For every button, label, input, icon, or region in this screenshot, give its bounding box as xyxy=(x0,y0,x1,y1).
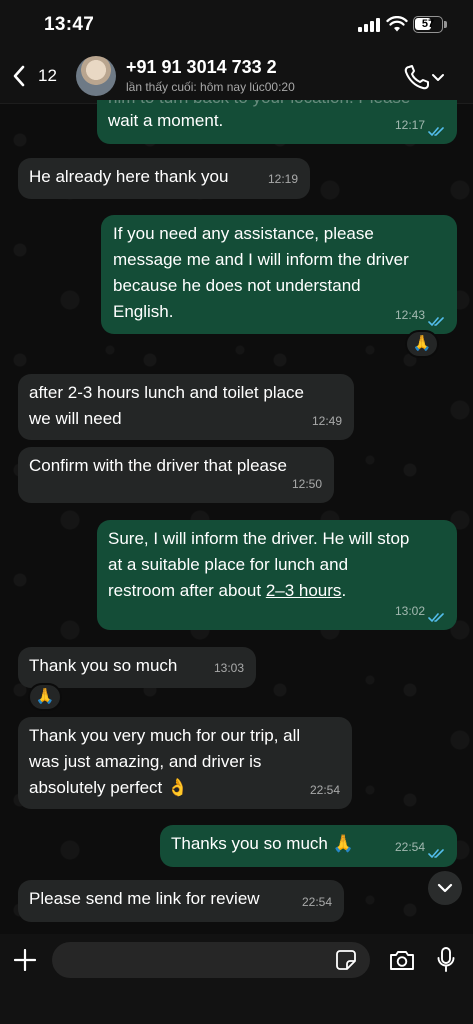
microphone-icon[interactable] xyxy=(437,947,455,973)
message-text: Confirm with the driver that please xyxy=(29,456,287,475)
status-time: 13:47 xyxy=(44,14,95,35)
message-time: 12:43 xyxy=(394,308,425,322)
last-seen: lần thấy cuối: hôm nay lúc00:20 xyxy=(126,80,295,94)
back-button[interactable]: 12 xyxy=(12,63,62,89)
plus-icon[interactable] xyxy=(14,949,36,971)
composer-bar xyxy=(0,934,473,1024)
chat-wallpaper xyxy=(0,0,473,1024)
message-outgoing[interactable]: Sure, I will inform the driver. He will … xyxy=(97,520,457,630)
wifi-icon xyxy=(386,16,408,32)
message-incoming[interactable]: after 2-3 hours lunch and toilet place w… xyxy=(18,374,354,440)
message-line-end: . xyxy=(341,581,347,600)
sticker-icon[interactable] xyxy=(336,950,356,970)
scroll-to-bottom-button[interactable] xyxy=(428,871,462,905)
read-receipt-icon xyxy=(428,317,444,327)
message-time: 22:54 xyxy=(394,840,425,854)
message-outgoing[interactable]: Thanks you so much 🙏 22:54 xyxy=(160,825,457,867)
message-line: at a suitable place for lunch and xyxy=(108,555,349,574)
battery-percent: 57 xyxy=(421,18,435,30)
message-outgoing[interactable]: If you need any assistance, please messa… xyxy=(101,215,457,334)
message-text: He already here thank you xyxy=(29,167,229,186)
avatar[interactable] xyxy=(76,56,116,96)
message-incoming[interactable]: Confirm with the driver that please 12:5… xyxy=(18,447,334,503)
message-time: 12:50 xyxy=(291,477,322,491)
battery-icon: 57 xyxy=(413,16,443,33)
message-text: Please send me link for review xyxy=(29,889,260,908)
read-receipt-icon xyxy=(428,127,444,137)
reaction-badge[interactable]: 🙏 xyxy=(28,683,62,711)
status-bar: 13:47 57 xyxy=(0,0,473,50)
camera-icon[interactable] xyxy=(389,950,415,971)
message-time: 12:49 xyxy=(311,414,342,428)
message-line: If you need any assistance, please xyxy=(113,224,374,243)
message-line: message me and I will inform the driver xyxy=(113,250,409,269)
phone-icon xyxy=(404,65,444,90)
message-text: Thank you so much xyxy=(29,656,178,675)
detected-link[interactable]: 2–3 hours xyxy=(266,581,342,600)
message-input[interactable] xyxy=(52,942,370,978)
message-line: because he does not understand xyxy=(113,276,361,295)
read-receipt-icon xyxy=(428,849,444,859)
message-time: 22:54 xyxy=(301,895,332,909)
message-line: was just amazing, and driver is xyxy=(29,752,262,771)
battery-cap xyxy=(444,21,447,28)
chevron-left-icon xyxy=(13,65,25,87)
message-time: 22:54 xyxy=(309,783,340,797)
message-time: 13:02 xyxy=(394,604,425,618)
message-incoming[interactable]: Thank you so much 13:03 xyxy=(18,647,256,688)
chat-header: 12 +91 91 3014 733 2 lần thấy cuối: hôm … xyxy=(0,50,473,104)
chevron-down-icon xyxy=(437,883,453,893)
message-incoming[interactable]: Please send me link for review 22:54 xyxy=(18,880,344,922)
cellular-signal-icon xyxy=(358,18,380,32)
call-button[interactable] xyxy=(403,63,445,91)
unread-count: 12 xyxy=(38,66,57,85)
message-line: we will need xyxy=(29,409,122,428)
message-time: 13:03 xyxy=(213,661,244,675)
read-receipt-icon xyxy=(428,613,444,623)
message-line: restroom after about xyxy=(108,581,266,600)
message-time: 12:17 xyxy=(394,118,425,132)
reaction-badge[interactable]: 🙏 xyxy=(405,330,439,358)
message-line: Thank you very much for our trip, all xyxy=(29,726,301,745)
message-line: Sure, I will inform the driver. He will … xyxy=(108,529,410,548)
message-time: 12:19 xyxy=(267,172,298,186)
message-incoming[interactable]: Thank you very much for our trip, all wa… xyxy=(18,717,352,809)
message-line: after 2-3 hours lunch and toilet place xyxy=(29,383,305,402)
message-incoming[interactable]: He already here thank you 12:19 xyxy=(18,158,310,199)
contact-name[interactable]: +91 91 3014 733 2 xyxy=(126,57,277,78)
message-line: absolutely perfect 👌 xyxy=(29,778,189,797)
